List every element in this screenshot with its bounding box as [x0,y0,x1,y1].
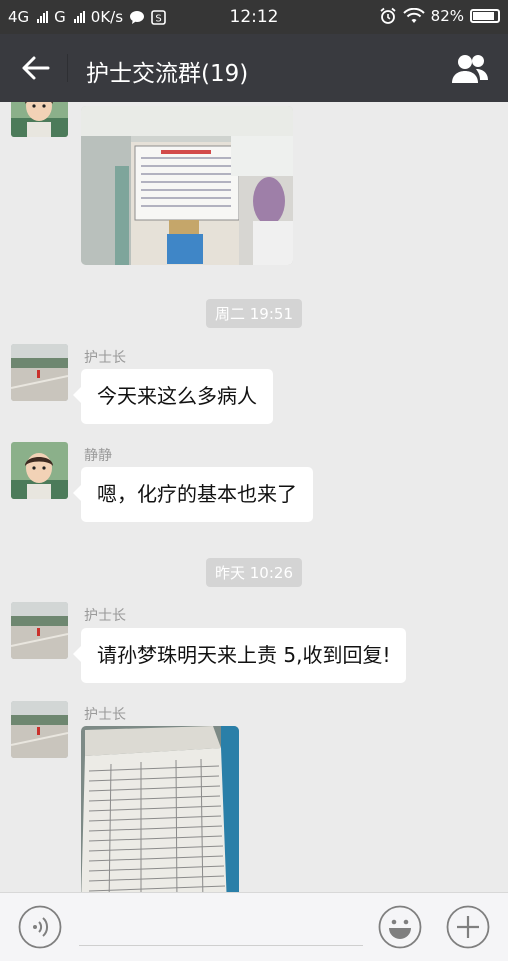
avatar-jingjing[interactable] [11,442,68,499]
sender-name: 护士长 [84,707,126,723]
plus-icon[interactable] [446,905,490,949]
sender-name: 静静 [84,448,112,464]
sender-name: 护士长 [84,608,126,624]
sender-name: 护士长 [84,350,126,366]
chat-header: 护士交流群(19) [0,34,508,102]
avatar-jingjing[interactable] [11,102,68,137]
chat-messages[interactable]: 周二 19:51 护士长 今天来这么多病人 静静 嗯，化疗的基本也来了 昨天 1… [0,102,508,892]
message-input[interactable] [79,945,363,946]
image-message[interactable] [81,726,239,892]
timestamp: 昨天 10:26 [0,558,508,587]
battery-icon [470,9,500,23]
battery-percent: 82% [430,7,464,25]
arrow-left-icon[interactable] [20,52,52,84]
avatar-head-nurse[interactable] [11,344,68,401]
alarm-icon [380,7,396,24]
message-bubble[interactable]: 嗯，化疗的基本也来了 [73,467,313,522]
emoji-icon[interactable] [378,905,422,949]
group-members-icon[interactable] [450,51,490,85]
avatar-head-nurse[interactable] [11,701,68,758]
chat-title: 护士交流群(19) [86,61,249,87]
image-message[interactable] [81,106,293,265]
input-bar [0,892,508,961]
message-bubble[interactable]: 请孙梦珠明天来上责 5,收到回复! [72,628,407,683]
header-divider [67,54,68,82]
timestamp-label: 周二 19:51 [206,299,302,328]
avatar-head-nurse[interactable] [11,602,68,659]
message-bubble[interactable]: 今天来这么多病人 [73,369,273,424]
voice-icon[interactable] [18,905,62,949]
timestamp-label: 昨天 10:26 [206,558,302,587]
status-bar: 4G G 0K/s S 12:12 82% [0,0,508,34]
timestamp: 周二 19:51 [0,299,508,328]
wifi-icon [402,8,425,23]
